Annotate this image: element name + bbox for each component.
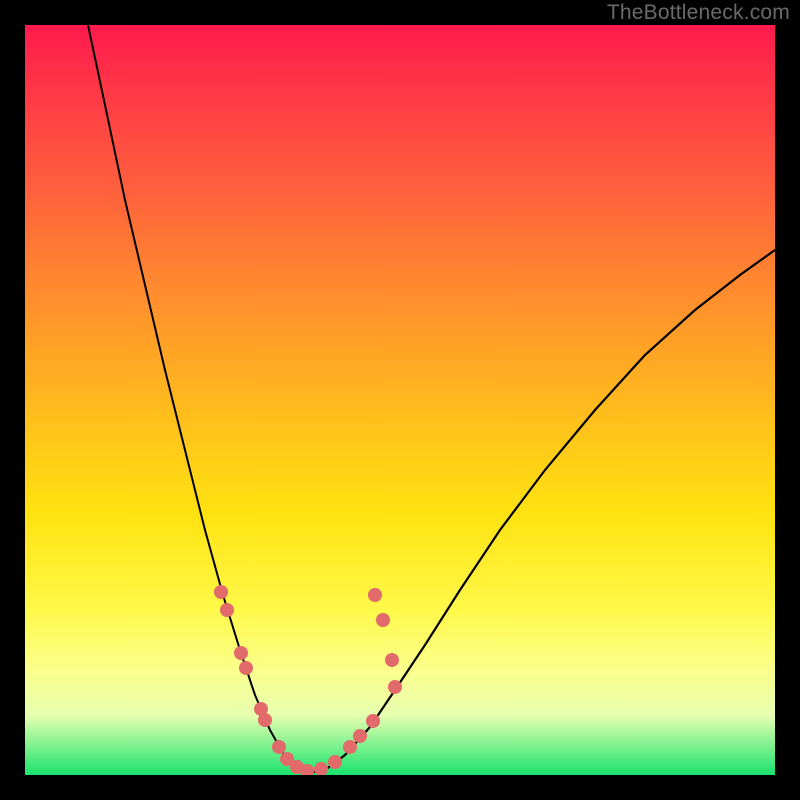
curve-right-branch	[307, 250, 775, 773]
data-point	[388, 680, 402, 694]
watermark-text: TheBottleneck.com	[607, 1, 790, 25]
curve-left-branch	[88, 25, 307, 773]
data-points	[214, 585, 402, 775]
data-point	[214, 585, 228, 599]
data-point	[328, 755, 342, 769]
data-point	[353, 729, 367, 743]
data-point	[368, 588, 382, 602]
data-point	[314, 762, 328, 775]
data-point	[234, 646, 248, 660]
data-point	[239, 661, 253, 675]
data-point	[366, 714, 380, 728]
data-point	[385, 653, 399, 667]
plot-area	[25, 25, 775, 775]
chart-frame: TheBottleneck.com	[0, 0, 800, 800]
data-point	[258, 713, 272, 727]
data-point	[220, 603, 234, 617]
chart-svg	[25, 25, 775, 775]
data-point	[376, 613, 390, 627]
data-point	[343, 740, 357, 754]
data-point	[272, 740, 286, 754]
